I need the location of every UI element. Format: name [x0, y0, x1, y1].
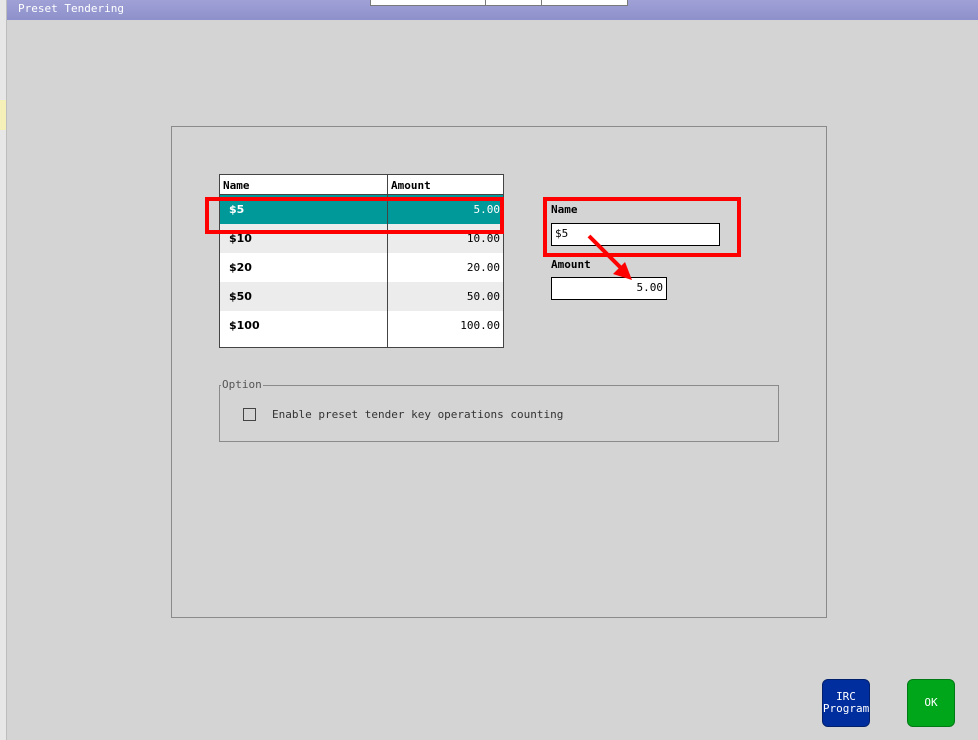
counting-checkbox-label[interactable]: Enable preset tender key operations coun… — [272, 408, 563, 421]
counting-checkbox[interactable] — [243, 408, 256, 421]
irc-button-line2: Program — [822, 702, 870, 715]
annotation-arrow — [587, 234, 632, 280]
ok-button[interactable]: OK — [907, 679, 955, 727]
option-legend: Option — [221, 378, 263, 391]
irc-program-button[interactable]: IRC Program — [822, 679, 870, 727]
ok-button-label: OK — [924, 696, 938, 709]
